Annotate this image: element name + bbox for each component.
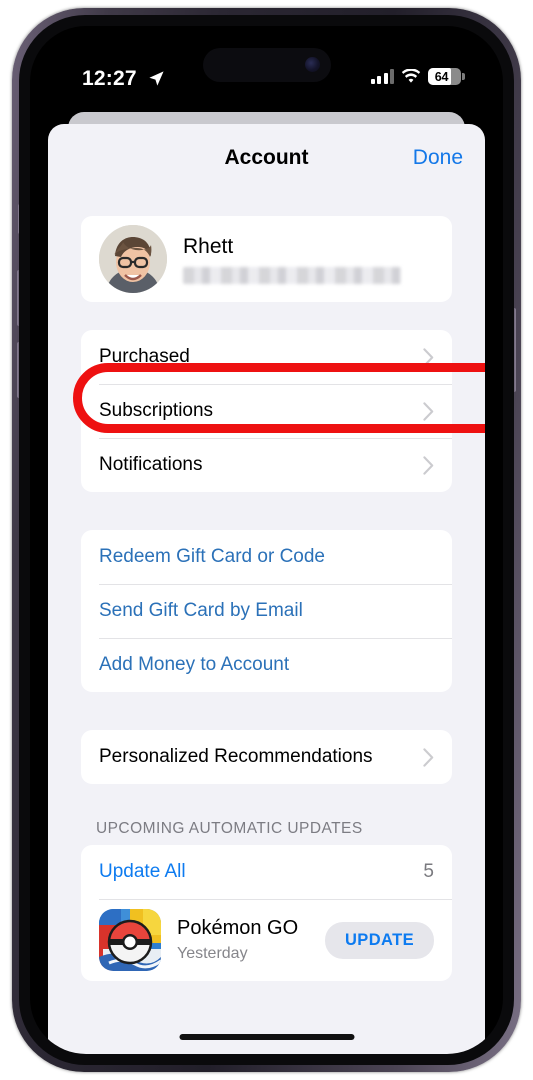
recommendations-group: Personalized Recommendations — [81, 730, 452, 784]
section-header-upcoming-updates: UPCOMING AUTOMATIC UPDATES — [96, 820, 363, 837]
menu-item-notifications[interactable]: Notifications — [81, 438, 452, 492]
chevron-right-icon — [423, 747, 434, 767]
location-arrow-icon — [149, 71, 164, 86]
front-camera-icon — [304, 57, 320, 72]
send-gift-card-label: Send Gift Card by Email — [99, 600, 303, 621]
app-update-row[interactable]: Pokémon GO Yesterday UPDATE — [81, 899, 452, 981]
sheet-header: Account Done — [48, 124, 485, 186]
chevron-right-icon — [423, 347, 434, 367]
done-button[interactable]: Done — [413, 146, 463, 170]
menu-item-label: Notifications — [99, 454, 203, 475]
profile-row[interactable]: Rhett — [81, 216, 452, 302]
menu-item-subscriptions[interactable]: Subscriptions — [81, 384, 452, 438]
chevron-right-icon — [423, 401, 434, 421]
app-name: Pokémon GO — [177, 917, 299, 939]
gift-card-actions-group: Redeem Gift Card or Code Send Gift Card … — [81, 530, 452, 692]
status-bar-indicators: 64 — [370, 68, 465, 85]
profile-group: Rhett — [81, 216, 452, 302]
chevron-right-icon — [423, 455, 434, 475]
cellular-signal-icon — [370, 69, 394, 84]
add-money-label: Add Money to Account — [99, 654, 290, 675]
profile-email-redacted — [183, 266, 401, 284]
battery-level-label: 64 — [434, 69, 449, 84]
account-menu-group: Purchased Subscriptions Notifications — [81, 330, 452, 492]
menu-item-label: Subscriptions — [99, 400, 214, 421]
menu-item-label: Purchased — [99, 346, 190, 367]
update-all-count: 5 — [423, 861, 434, 882]
pokemon-go-app-icon — [99, 909, 161, 971]
app-update-date: Yesterday — [177, 945, 248, 962]
phone-frame: 12:27 64 Account Done Rhett Purchased Su… — [12, 8, 521, 1072]
phone-inner-bezel: 12:27 64 Account Done Rhett Purchased Su… — [19, 15, 514, 1065]
wifi-icon — [401, 69, 421, 83]
status-bar: 12:27 64 — [30, 26, 503, 118]
status-bar-time: 12:27 — [82, 67, 137, 90]
menu-item-personalized-recommendations[interactable]: Personalized Recommendations — [81, 730, 452, 784]
phone-screen: 12:27 64 Account Done Rhett Purchased Su… — [30, 26, 503, 1054]
update-all-label: Update All — [99, 861, 186, 882]
battery-icon: 64 — [428, 68, 465, 85]
add-money-button[interactable]: Add Money to Account — [81, 638, 452, 692]
profile-text: Rhett — [183, 235, 401, 284]
redeem-gift-card-label: Redeem Gift Card or Code — [99, 546, 325, 567]
updates-group: Update All 5 Pokémon GO Yesterday UPDATE — [81, 845, 452, 981]
update-button[interactable]: UPDATE — [324, 921, 434, 959]
app-info: Pokémon GO Yesterday — [177, 917, 325, 963]
redeem-gift-card-button[interactable]: Redeem Gift Card or Code — [81, 530, 452, 584]
menu-item-purchased[interactable]: Purchased — [81, 330, 452, 384]
menu-item-label: Personalized Recommendations — [99, 746, 373, 767]
send-gift-card-button[interactable]: Send Gift Card by Email — [81, 584, 452, 638]
update-all-row[interactable]: Update All 5 — [81, 845, 452, 899]
home-indicator[interactable] — [179, 1034, 354, 1040]
avatar — [99, 225, 167, 293]
account-sheet: Account Done Rhett Purchased Subscriptio… — [48, 124, 485, 1054]
profile-name: Rhett — [183, 234, 234, 258]
